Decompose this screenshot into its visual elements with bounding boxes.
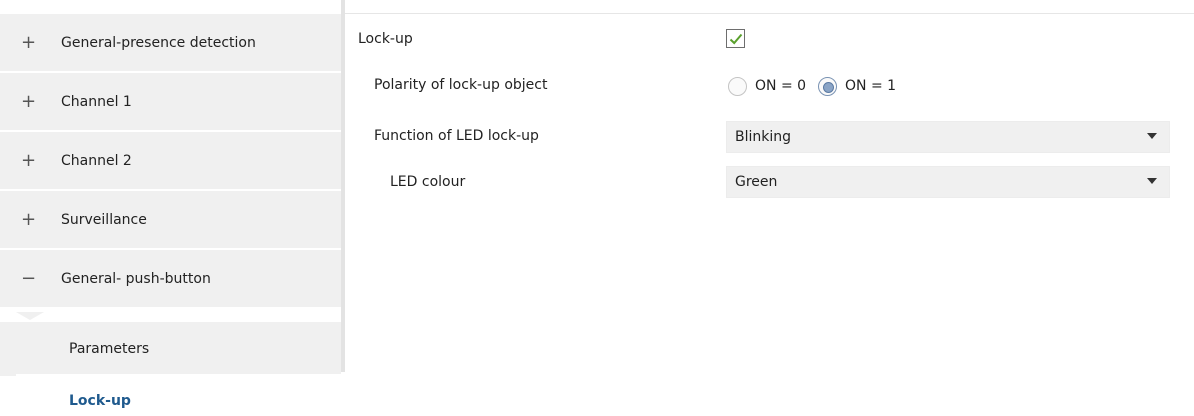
sidebar-subitem-label: Lock-up xyxy=(69,393,131,409)
led-function-value: Blinking xyxy=(735,129,792,145)
sidebar: + General-presence detection + Channel 1… xyxy=(0,0,345,416)
led-colour-value: Green xyxy=(735,174,778,190)
led-colour-select[interactable]: Green xyxy=(726,166,1170,198)
sidebar-item-label: General-presence detection xyxy=(61,34,256,51)
sidebar-item-surveillance[interactable]: + Surveillance xyxy=(0,191,341,249)
led-function-select[interactable]: Blinking xyxy=(726,121,1170,153)
polarity-label: Polarity of lock-up object xyxy=(374,77,548,93)
parameter-panel: Lock-up Polarity of lock-up object ON = … xyxy=(345,0,1194,416)
minus-icon: − xyxy=(21,268,37,289)
sidebar-subitem-parameters[interactable]: Parameters xyxy=(0,322,341,376)
chevron-down-icon xyxy=(1147,133,1157,139)
sidebar-item-channel-1[interactable]: + Channel 1 xyxy=(0,73,341,131)
chevron-down-icon xyxy=(1147,178,1157,184)
polarity-on-0-label[interactable]: ON = 0 xyxy=(755,78,806,94)
sidebar-subitem-lock-up[interactable]: Lock-up xyxy=(16,374,345,416)
expand-pointer xyxy=(16,312,44,320)
polarity-radio-group: ON = 0 ON = 1 xyxy=(728,74,908,98)
plus-icon: + xyxy=(21,209,37,230)
plus-icon: + xyxy=(21,150,37,171)
sidebar-item-label: Channel 1 xyxy=(61,93,132,110)
sidebar-subitem-label: Parameters xyxy=(69,341,150,357)
plus-icon: + xyxy=(21,32,37,53)
check-icon xyxy=(729,33,743,45)
sidebar-item-label: General- push-button xyxy=(61,270,211,287)
sidebar-item-label: Channel 2 xyxy=(61,152,132,169)
plus-icon: + xyxy=(21,91,37,112)
sidebar-item-general-presence-detection[interactable]: + General-presence detection xyxy=(0,14,341,72)
top-divider xyxy=(345,13,1194,14)
polarity-on-0-radio[interactable] xyxy=(728,76,747,96)
lock-up-label: Lock-up xyxy=(358,31,413,47)
sidebar-item-general-push-button[interactable]: − General- push-button xyxy=(0,250,341,308)
polarity-on-1-label[interactable]: ON = 1 xyxy=(845,78,896,94)
app-window: + General-presence detection + Channel 1… xyxy=(0,0,1194,416)
sidebar-item-channel-2[interactable]: + Channel 2 xyxy=(0,132,341,190)
led-function-label: Function of LED lock-up xyxy=(374,128,539,144)
polarity-on-1-radio[interactable] xyxy=(818,76,838,96)
sidebar-item-label: Surveillance xyxy=(61,211,147,228)
led-colour-label: LED colour xyxy=(390,174,466,190)
lock-up-checkbox[interactable] xyxy=(726,29,745,48)
